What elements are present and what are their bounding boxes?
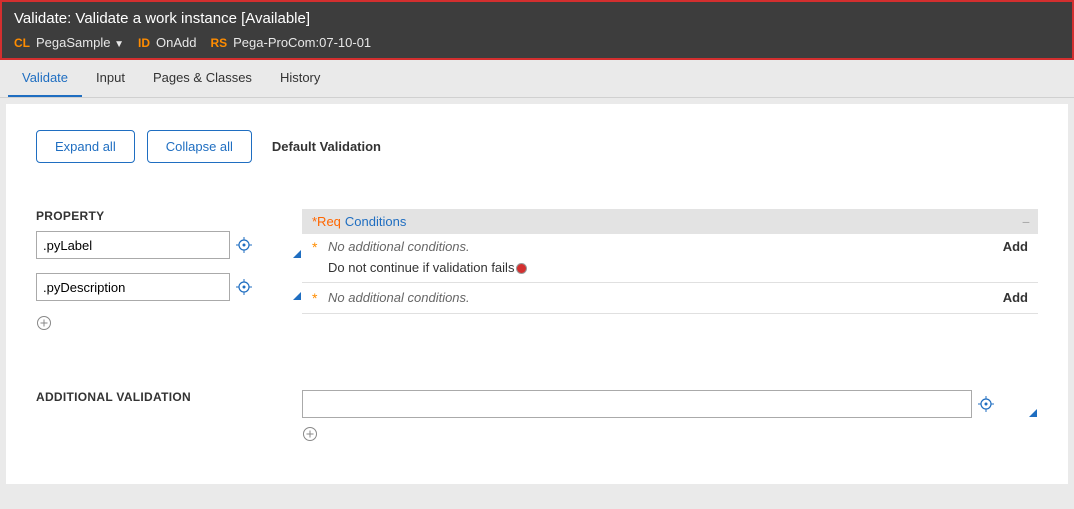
property-section-label: PROPERTY: [36, 209, 302, 223]
collapse-all-button[interactable]: Collapse all: [147, 130, 252, 163]
rule-title: Validate: Validate a work instance [Avai…: [14, 10, 1060, 27]
add-property-icon[interactable]: [36, 315, 52, 331]
content-panel: Expand all Collapse all Default Validati…: [6, 104, 1068, 484]
meta-cl-val[interactable]: PegaSample ▼: [36, 35, 124, 50]
additional-validation-input[interactable]: [302, 390, 972, 418]
conditions-link[interactable]: Conditions: [345, 214, 406, 229]
tab-input[interactable]: Input: [82, 60, 139, 97]
condition-continue-row: Do not continue if validation fails: [302, 260, 1038, 280]
meta-id-val: OnAdd: [156, 35, 196, 50]
rule-meta: CL PegaSample ▼ ID OnAdd RS Pega-ProCom:…: [14, 35, 1060, 50]
asterisk-icon: *: [312, 290, 328, 306]
condition-row: * No additional conditions. Add: [302, 285, 1038, 311]
tab-pages-classes[interactable]: Pages & Classes: [139, 60, 266, 97]
radio-dot-icon[interactable]: [516, 263, 527, 274]
rule-header: Validate: Validate a work instance [Avai…: [0, 0, 1074, 60]
condition-text: No additional conditions.: [328, 239, 470, 254]
condition-row: * No additional conditions. Add: [302, 234, 1038, 260]
toolbar: Expand all Collapse all Default Validati…: [36, 130, 1038, 163]
meta-id-key: ID: [138, 36, 150, 50]
add-condition-button[interactable]: Add: [1003, 239, 1028, 254]
meta-cl-key: CL: [14, 36, 30, 50]
property-input-1[interactable]: [36, 273, 230, 301]
asterisk-icon: *: [312, 239, 328, 255]
tab-validate[interactable]: Validate: [8, 60, 82, 97]
crosshair-icon[interactable]: [236, 279, 252, 295]
tab-history[interactable]: History: [266, 60, 334, 97]
req-label: *Req: [312, 214, 341, 229]
add-condition-button[interactable]: Add: [1003, 290, 1028, 305]
default-validation-label: Default Validation: [272, 139, 381, 154]
meta-rs-key: RS: [210, 36, 227, 50]
crosshair-icon[interactable]: [978, 396, 994, 412]
property-input-0[interactable]: [36, 231, 230, 259]
additional-validation-label: ADDITIONAL VALIDATION: [36, 390, 302, 404]
tab-bar: Validate Input Pages & Classes History: [0, 60, 1074, 98]
collapse-icon[interactable]: −: [1022, 214, 1030, 230]
chevron-down-icon: ▼: [114, 39, 124, 50]
meta-rs-val: Pega-ProCom:07-10-01: [233, 35, 371, 50]
add-additional-icon[interactable]: [302, 426, 318, 442]
crosshair-icon[interactable]: [236, 237, 252, 253]
conditions-header[interactable]: *Req Conditions −: [302, 209, 1038, 234]
condition-text: No additional conditions.: [328, 290, 470, 305]
expand-all-button[interactable]: Expand all: [36, 130, 135, 163]
continue-text: Do not continue if validation fails: [328, 260, 514, 275]
